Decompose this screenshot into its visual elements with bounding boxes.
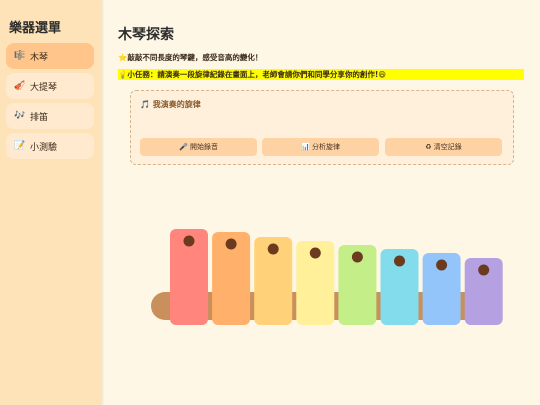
xylophone-key-peg [309,247,321,259]
xylophone-key-peg [183,235,195,247]
xylophone-key-peg [436,259,448,271]
xylophone-key-peg [394,255,405,267]
xylophone-key-peg [351,251,363,263]
xylophone-key-peg [225,238,237,250]
xylophone [151,229,503,325]
xylophone-key-peg [267,243,279,255]
xylophone-key-peg [478,264,490,276]
